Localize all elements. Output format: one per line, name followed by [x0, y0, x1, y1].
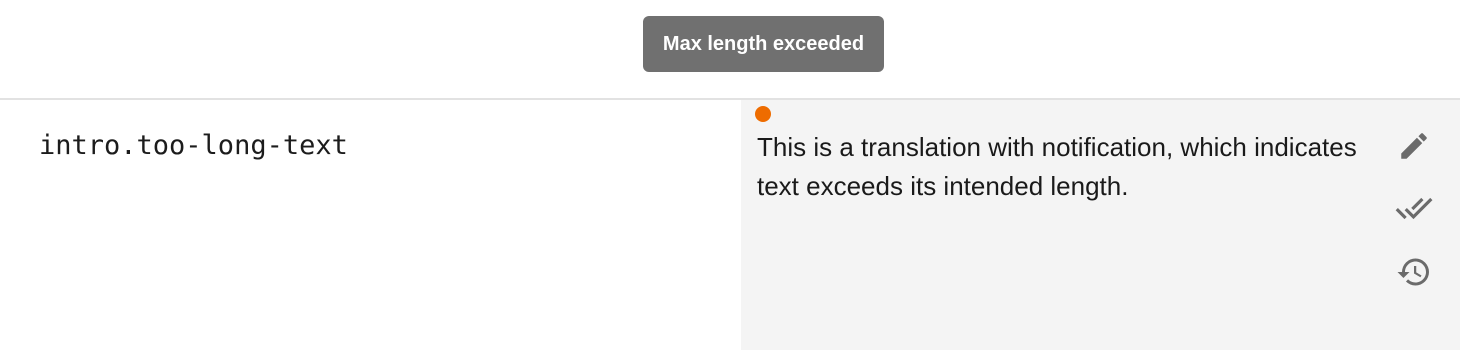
warning-status-dot: [755, 106, 771, 122]
translation-text[interactable]: This is a translation with notification,…: [757, 128, 1357, 206]
translation-row: intro.too-long-text This is a translatio…: [0, 100, 1460, 350]
mark-reviewed-button[interactable]: [1394, 188, 1434, 228]
translation-cell[interactable]: This is a translation with notification,…: [741, 100, 1460, 350]
edit-button[interactable]: [1394, 126, 1434, 166]
translation-key: intro.too-long-text: [39, 130, 348, 161]
translation-editor: Max length exceeded intro.too-long-text …: [0, 0, 1460, 350]
history-button[interactable]: [1394, 252, 1434, 292]
history-icon: [1397, 258, 1429, 286]
max-length-tooltip: Max length exceeded: [643, 16, 884, 72]
tooltip-message: Max length exceeded: [662, 32, 865, 55]
key-cell: intro.too-long-text: [0, 100, 741, 350]
double-check-icon: [1395, 197, 1433, 220]
pencil-icon: [1401, 133, 1427, 159]
